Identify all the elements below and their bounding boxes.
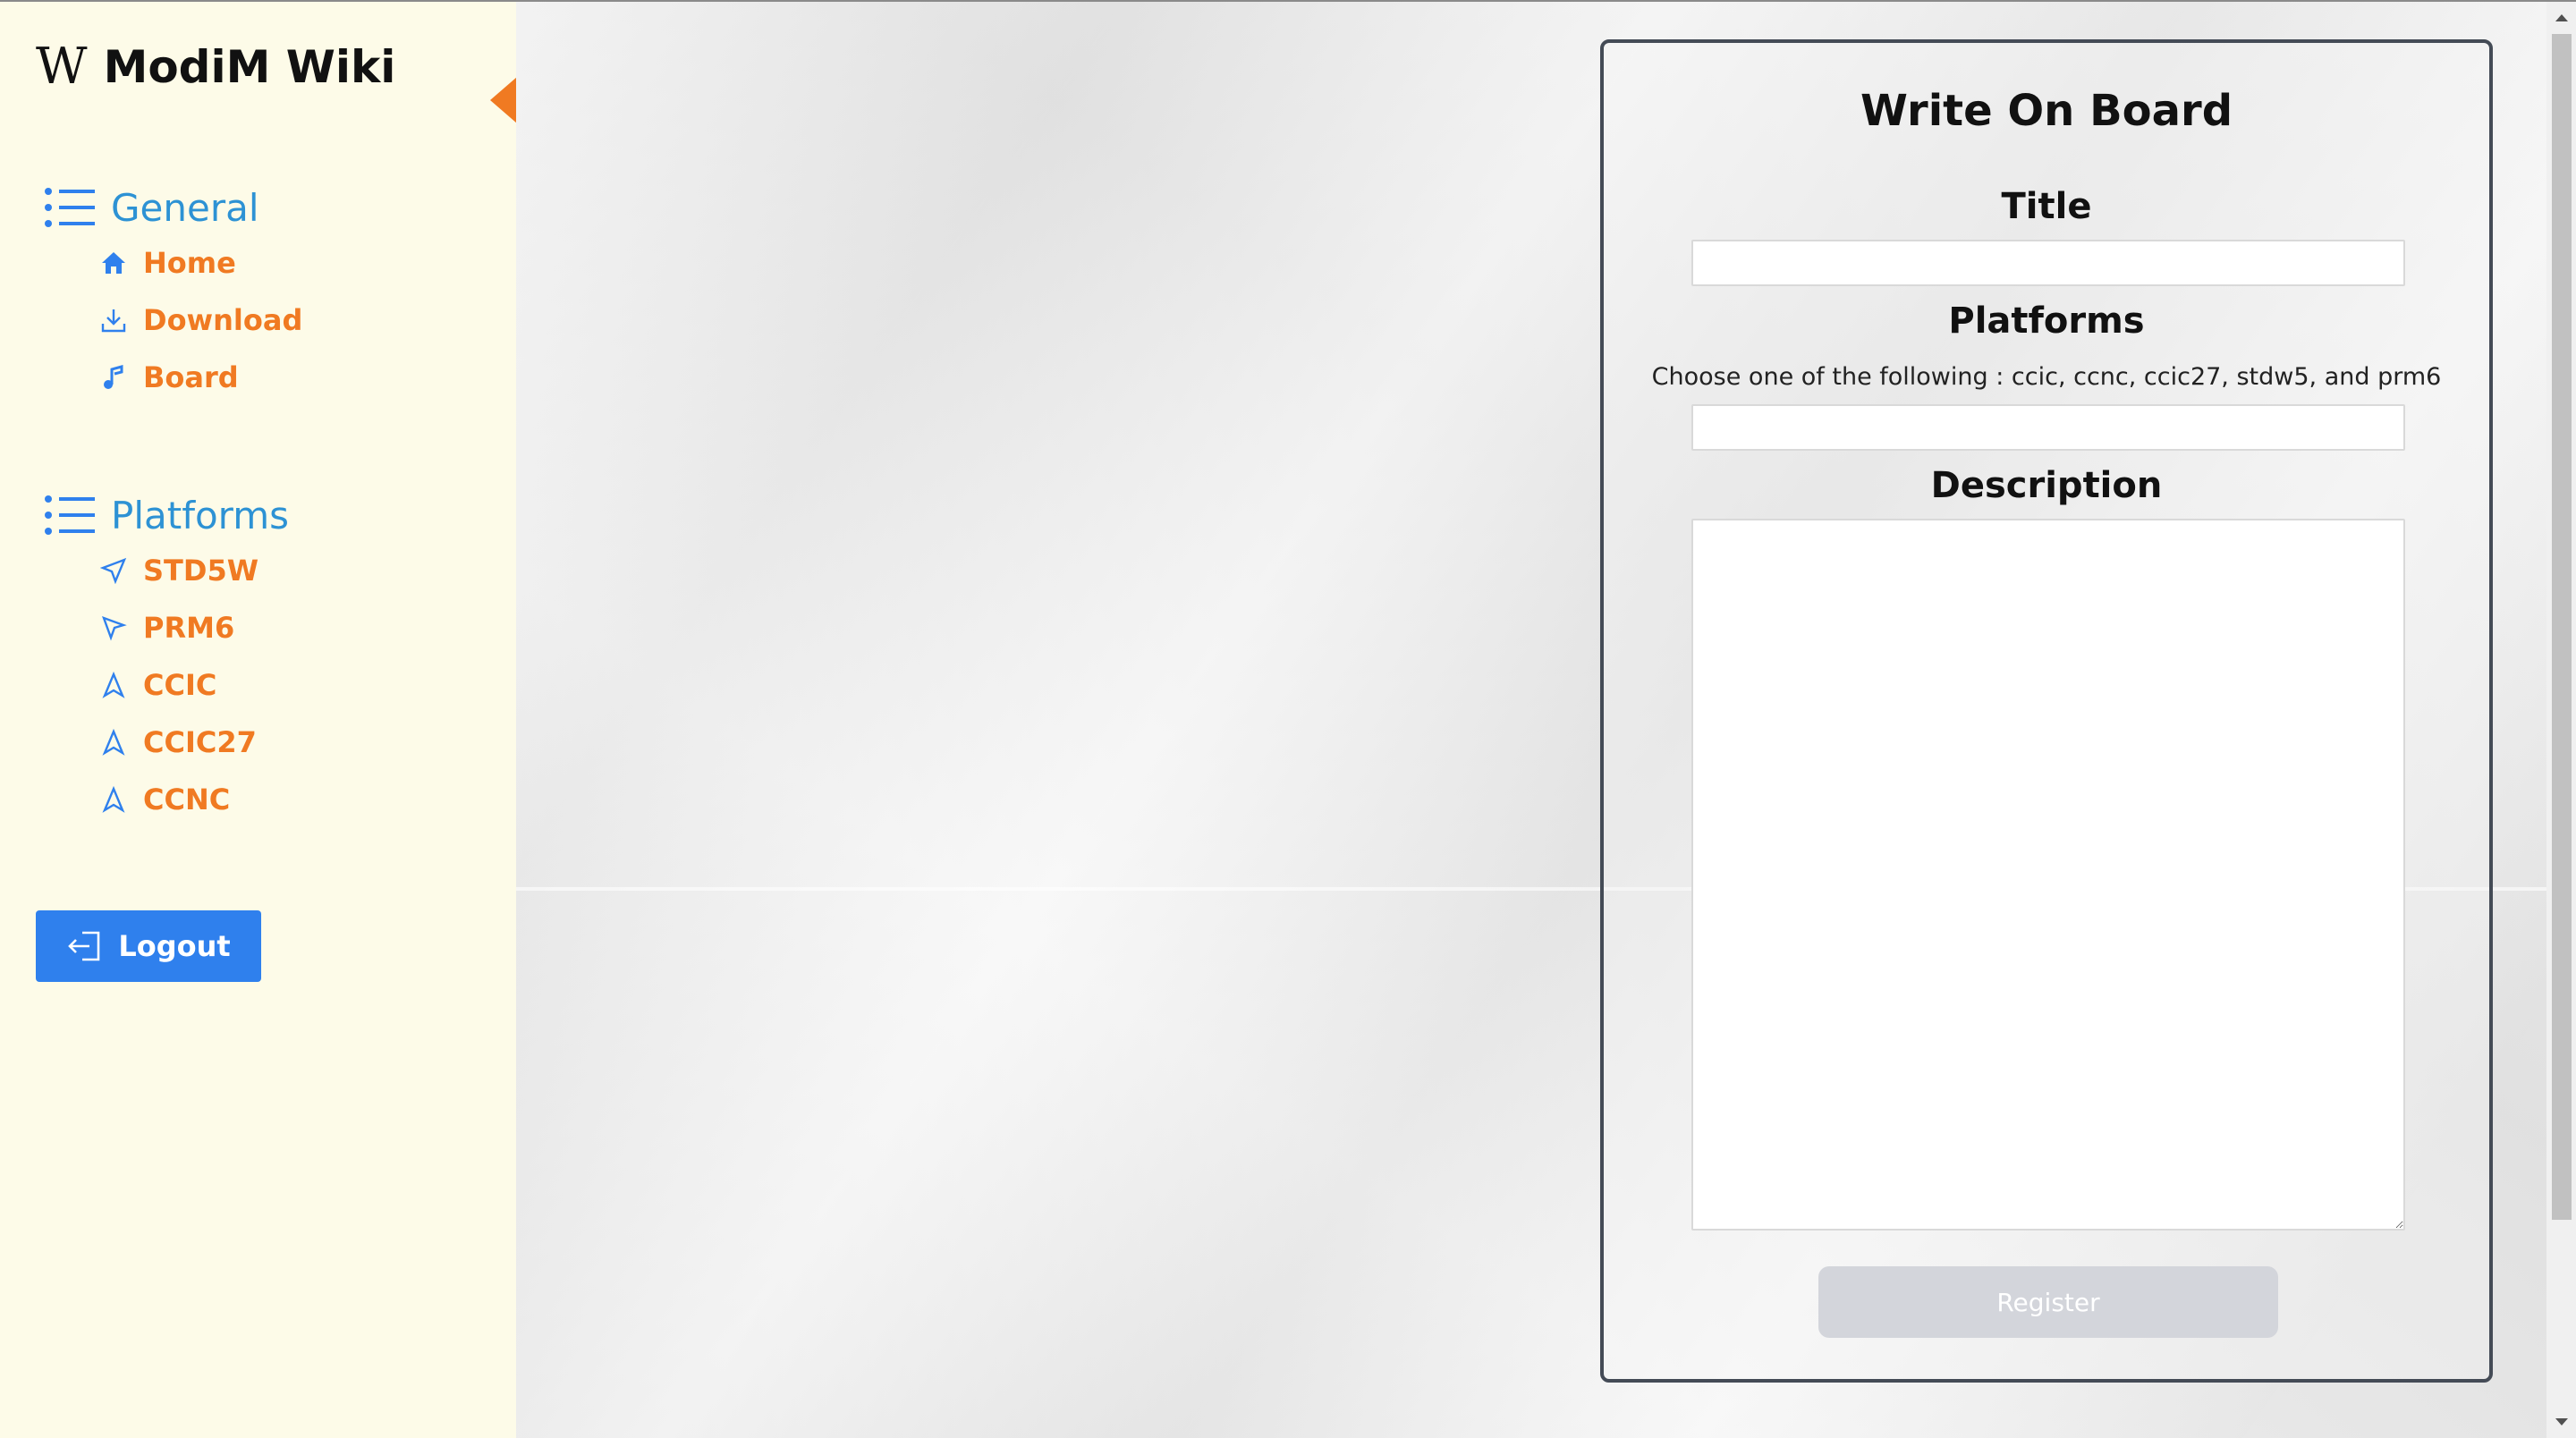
site-title: ModiM Wiki — [103, 41, 396, 93]
section-header: Platforms — [45, 488, 289, 542]
scroll-down-arrow-icon[interactable] — [2555, 1418, 2568, 1425]
section-header: General — [45, 181, 302, 234]
sidebar-item-label: Home — [143, 246, 236, 280]
collapse-sidebar-icon[interactable] — [490, 77, 517, 123]
title-label: Title — [2001, 186, 2092, 227]
platforms-hint: Choose one of the following : ccic, ccnc… — [1651, 363, 2442, 391]
sidebar-item-label: CCNC — [143, 782, 231, 816]
title-input[interactable] — [1691, 240, 2405, 286]
music-note-icon — [98, 362, 129, 393]
write-form-card: Write On Board Title Platforms Choose on… — [1600, 39, 2493, 1383]
list-icon — [45, 495, 95, 535]
sidebar-section-platforms: Platforms STD5W PRM6 CCIC CCIC27 CCNC — [45, 488, 289, 828]
sidebar-item-label: PRM6 — [143, 611, 235, 645]
sidebar: W ModiM Wiki General Home Download Board… — [0, 2, 517, 1438]
logout-button[interactable]: Logout — [36, 910, 261, 982]
sidebar-item-download[interactable]: Download — [98, 292, 302, 349]
sidebar-item-label: Download — [143, 303, 303, 337]
sidebar-item-label: CCIC27 — [143, 725, 257, 759]
section-label-general: General — [111, 185, 259, 230]
platforms-label: Platforms — [1948, 300, 2145, 342]
sidebar-item-ccnc[interactable]: CCNC — [98, 771, 289, 828]
sidebar-item-prm6[interactable]: PRM6 — [98, 599, 289, 656]
cursor-icon — [98, 613, 129, 643]
sidebar-item-label: CCIC — [143, 668, 217, 702]
sidebar-item-ccic[interactable]: CCIC — [98, 656, 289, 714]
sidebar-item-board[interactable]: Board — [98, 349, 302, 406]
scrollbar-thumb[interactable] — [2552, 34, 2572, 1220]
sidebar-item-ccic27[interactable]: CCIC27 — [98, 714, 289, 771]
sidebar-section-general: General Home Download Board — [45, 181, 302, 406]
logout-icon — [68, 931, 100, 961]
vertical-scrollbar[interactable] — [2546, 2, 2576, 1438]
description-label: Description — [1930, 465, 2163, 506]
download-icon — [98, 305, 129, 335]
brand[interactable]: W ModiM Wiki — [36, 41, 395, 93]
navigation-icon — [98, 784, 129, 815]
wiki-logo-icon: W — [36, 38, 88, 96]
sidebar-item-std5w[interactable]: STD5W — [98, 542, 289, 599]
navigation-icon — [98, 727, 129, 757]
sidebar-item-label: Board — [143, 360, 239, 394]
register-button[interactable]: Register — [1818, 1266, 2278, 1338]
form-heading: Write On Board — [1860, 86, 2233, 136]
sidebar-item-label: STD5W — [143, 554, 258, 588]
description-textarea[interactable] — [1691, 519, 2405, 1231]
main-content: Write On Board Title Platforms Choose on… — [516, 2, 2546, 1438]
platforms-input[interactable] — [1691, 404, 2405, 451]
list-icon — [45, 188, 95, 227]
home-icon — [98, 248, 129, 278]
scroll-up-arrow-icon[interactable] — [2555, 14, 2568, 21]
sidebar-item-home[interactable]: Home — [98, 234, 302, 292]
send-icon — [98, 555, 129, 586]
logout-label: Logout — [118, 929, 231, 963]
section-label-platforms: Platforms — [111, 493, 290, 537]
navigation-icon — [98, 670, 129, 700]
